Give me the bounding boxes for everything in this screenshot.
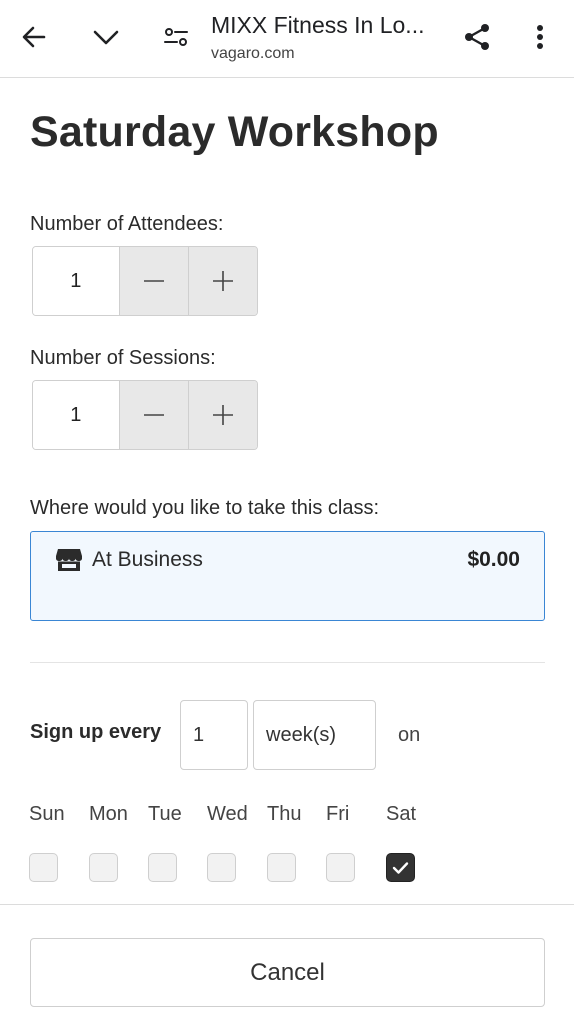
day-checkbox-sat[interactable] (386, 853, 415, 882)
sessions-stepper: 1 (32, 380, 258, 450)
day-label-sun: Sun (29, 803, 65, 825)
cancel-button[interactable]: Cancel (30, 938, 545, 1007)
day-label-fri: Fri (326, 803, 350, 825)
day-checkbox-thu[interactable] (267, 853, 296, 882)
plus-icon (213, 405, 234, 425)
day-checkbox-sun[interactable] (29, 853, 58, 882)
day-checkbox-tue[interactable] (148, 853, 177, 882)
day-label-tue: Tue (148, 803, 182, 825)
browser-page-title: MIXX Fitness In Lo... (211, 12, 425, 38)
day-label-wed: Wed (207, 803, 248, 825)
signup-every-label: Sign up every (30, 721, 162, 743)
section-divider (30, 662, 545, 663)
day-checkbox-fri[interactable] (326, 853, 355, 882)
plus-icon (213, 271, 234, 291)
browser-url[interactable]: vagaro.com (211, 45, 295, 63)
chevron-down-icon[interactable] (86, 17, 126, 57)
day-checkbox-mon[interactable] (89, 853, 118, 882)
attendees-decrement-button[interactable] (119, 247, 189, 315)
day-label-thu: Thu (267, 803, 302, 825)
attendees-value[interactable]: 1 (33, 247, 120, 315)
repeat-unit-select[interactable]: week(s) (253, 700, 376, 770)
footer-separator (0, 904, 574, 905)
attendees-stepper: 1 (32, 246, 258, 316)
share-icon[interactable] (457, 17, 497, 57)
location-question: Where would you like to take this class: (30, 497, 380, 519)
sessions-label: Number of Sessions: (30, 347, 216, 369)
store-icon (55, 547, 83, 578)
sessions-increment-button[interactable] (188, 381, 257, 449)
location-option-at-business[interactable]: At Business $0.00 (30, 531, 545, 621)
sessions-decrement-button[interactable] (119, 381, 189, 449)
repeat-interval-input[interactable]: 1 (180, 700, 248, 770)
page-title: Saturday Workshop (30, 108, 439, 156)
minus-icon (143, 280, 164, 282)
sessions-value[interactable]: 1 (33, 381, 120, 449)
tune-icon[interactable] (156, 17, 196, 57)
on-label: on (398, 724, 421, 746)
day-checkbox-wed[interactable] (207, 853, 236, 882)
checkmark-icon (392, 861, 409, 874)
browser-toolbar: MIXX Fitness In Lo... vagaro.com (0, 0, 574, 78)
attendees-increment-button[interactable] (188, 247, 257, 315)
attendees-label: Number of Attendees: (30, 213, 224, 235)
minus-icon (143, 414, 164, 416)
arrow-left-icon[interactable] (14, 17, 54, 57)
location-option-label: At Business (92, 548, 203, 571)
more-vert-icon[interactable] (520, 17, 560, 57)
location-option-price: $0.00 (467, 548, 520, 571)
day-label-sat: Sat (386, 803, 417, 825)
day-label-mon: Mon (89, 803, 128, 825)
